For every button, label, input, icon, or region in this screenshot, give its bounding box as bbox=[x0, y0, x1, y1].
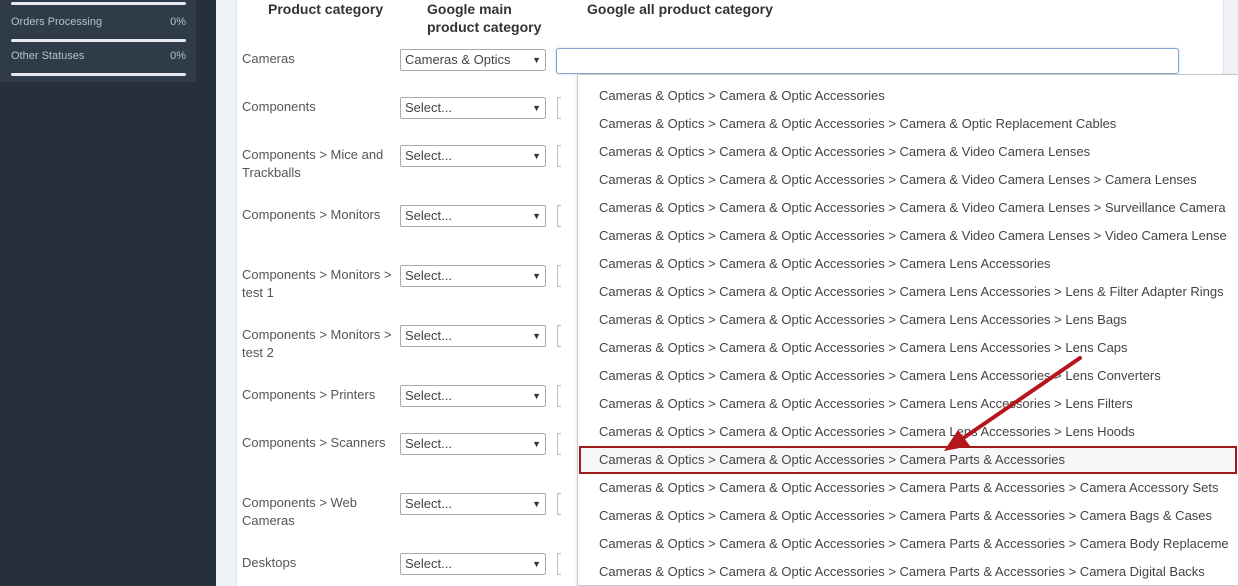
triangle-down-icon: ▼ bbox=[532, 151, 541, 161]
select-value: Select... bbox=[405, 100, 452, 115]
triangle-down-icon: ▼ bbox=[532, 439, 541, 449]
dropdown-option[interactable]: Cameras & Optics > Camera & Optic Access… bbox=[578, 278, 1238, 306]
google-main-category-select[interactable]: Select... ▼ bbox=[400, 553, 546, 575]
row-category-label: Cameras bbox=[242, 51, 295, 66]
select-value: Select... bbox=[405, 496, 452, 511]
status-label: Orders Processing bbox=[11, 16, 103, 28]
header-google-all-category: Google all product category bbox=[587, 1, 773, 17]
status-row-other-statuses: Other Statuses 0% bbox=[11, 50, 186, 76]
select-value: Select... bbox=[405, 328, 452, 343]
triangle-down-icon: ▼ bbox=[532, 499, 541, 509]
dropdown-option[interactable]: Cameras & Optics > Camera & Optic Access… bbox=[578, 166, 1238, 194]
dropdown-option[interactable]: Cameras & Optics > Camera & Optic Access… bbox=[578, 222, 1238, 250]
dropdown-option[interactable]: Cameras & Optics > Camera & Optic Access… bbox=[578, 82, 1238, 110]
triangle-down-icon: ▼ bbox=[532, 559, 541, 569]
google-main-category-select[interactable]: Select... ▼ bbox=[400, 433, 546, 455]
google-all-category-input[interactable] bbox=[557, 385, 561, 407]
triangle-down-icon: ▼ bbox=[532, 103, 541, 113]
triangle-down-icon: ▼ bbox=[532, 55, 541, 65]
row-category-label: Components > Printers bbox=[242, 387, 376, 402]
dropdown-option[interactable]: Cameras & Optics > Camera & Optic Access… bbox=[578, 250, 1238, 278]
status-progress-bar bbox=[11, 73, 186, 76]
triangle-down-icon: ▼ bbox=[532, 331, 541, 341]
header-google-main-category: Google main product category bbox=[427, 1, 542, 35]
google-main-category-select[interactable]: Select... ▼ bbox=[400, 325, 546, 347]
dropdown-option[interactable]: Cameras & Optics > Camera & Optic Access… bbox=[578, 418, 1238, 446]
google-all-category-input[interactable] bbox=[557, 145, 561, 167]
google-all-category-input[interactable] bbox=[557, 97, 561, 119]
dropdown-option[interactable]: Cameras & Optics > Camera & Optic Access… bbox=[578, 502, 1238, 530]
row-category-label: Components > Monitors > test 1 bbox=[242, 267, 392, 300]
main-content: Product category Google main product cat… bbox=[216, 0, 1238, 586]
status-progress-bar bbox=[11, 39, 186, 42]
row-category-label: Components > Scanners bbox=[242, 435, 386, 450]
dropdown-option[interactable]: Cameras & Optics > Camera & Optic Access… bbox=[578, 306, 1238, 334]
google-all-category-input[interactable] bbox=[557, 493, 561, 515]
select-value: Select... bbox=[405, 388, 452, 403]
dropdown-option[interactable]: Cameras & Optics > Camera & Optic Access… bbox=[578, 530, 1238, 558]
google-main-category-select[interactable]: Select... ▼ bbox=[400, 385, 546, 407]
google-all-category-input[interactable] bbox=[557, 433, 561, 455]
select-value: Select... bbox=[405, 148, 452, 163]
status-progress-bar bbox=[11, 2, 186, 5]
select-value: Select... bbox=[405, 436, 452, 451]
row-category-label: Components > Mice and Trackballs bbox=[242, 147, 384, 180]
status-row-orders-processing: Orders Processing 0% bbox=[11, 16, 186, 42]
google-main-category-select[interactable]: Select... ▼ bbox=[400, 265, 546, 287]
google-main-category-select[interactable]: Select... ▼ bbox=[400, 205, 546, 227]
row-category-label: Desktops bbox=[242, 555, 297, 570]
triangle-down-icon: ▼ bbox=[532, 271, 541, 281]
dropdown-option[interactable]: Cameras & Optics > Camera & Optic Access… bbox=[578, 334, 1238, 362]
triangle-down-icon: ▼ bbox=[532, 391, 541, 401]
dropdown-option[interactable]: Cameras & Optics > Camera & Optic Access… bbox=[578, 558, 1238, 585]
google-main-category-select[interactable]: Select... ▼ bbox=[400, 145, 546, 167]
select-value: Select... bbox=[405, 556, 452, 571]
header-product-category: Product category bbox=[268, 1, 384, 17]
row-category-label: Components > Web Cameras bbox=[242, 495, 358, 528]
google-main-category-select[interactable]: Cameras & Optics ▼ bbox=[400, 49, 546, 71]
google-all-category-search-input[interactable] bbox=[556, 48, 1179, 74]
sidebar: Orders Processing 0% Other Statuses 0% bbox=[0, 0, 216, 586]
status-label: Other Statuses bbox=[11, 50, 85, 62]
row-category-label: Components > Monitors > test 2 bbox=[242, 327, 392, 360]
google-category-dropdown[interactable]: Cameras & Optics > Camera & Optic Access… bbox=[577, 74, 1238, 586]
dropdown-option[interactable]: Cameras & Optics > Camera & Optic Access… bbox=[578, 194, 1238, 222]
select-value: Cameras & Optics bbox=[405, 52, 511, 67]
dropdown-option[interactable]: Cameras & Optics > Camera & Optic Access… bbox=[578, 110, 1238, 138]
google-main-category-select[interactable]: Select... ▼ bbox=[400, 493, 546, 515]
select-value: Select... bbox=[405, 208, 452, 223]
row-category-label: Components bbox=[242, 99, 316, 114]
dropdown-option[interactable]: Cameras & Optics > Camera & Optic Access… bbox=[578, 474, 1238, 502]
status-percent: 0% bbox=[170, 50, 186, 62]
google-main-category-select[interactable]: Select... ▼ bbox=[400, 97, 546, 119]
dropdown-option[interactable]: Cameras & Optics > Camera & Optic Access… bbox=[578, 138, 1238, 166]
dropdown-option[interactable]: Cameras & Optics > Camera & Optic Access… bbox=[578, 390, 1238, 418]
google-all-category-input[interactable] bbox=[557, 205, 561, 227]
google-all-category-input[interactable] bbox=[557, 553, 561, 575]
dropdown-option[interactable]: Cameras & Optics > Camera & Optic Access… bbox=[578, 362, 1238, 390]
google-all-category-input[interactable] bbox=[557, 265, 561, 287]
status-percent: 0% bbox=[170, 16, 186, 28]
triangle-down-icon: ▼ bbox=[532, 211, 541, 221]
select-value: Select... bbox=[405, 268, 452, 283]
row-category-label: Components > Monitors bbox=[242, 207, 381, 222]
order-status-panel: Orders Processing 0% Other Statuses 0% bbox=[0, 0, 196, 82]
google-all-category-input[interactable] bbox=[557, 325, 561, 347]
dropdown-option-highlighted[interactable]: Cameras & Optics > Camera & Optic Access… bbox=[579, 446, 1237, 474]
